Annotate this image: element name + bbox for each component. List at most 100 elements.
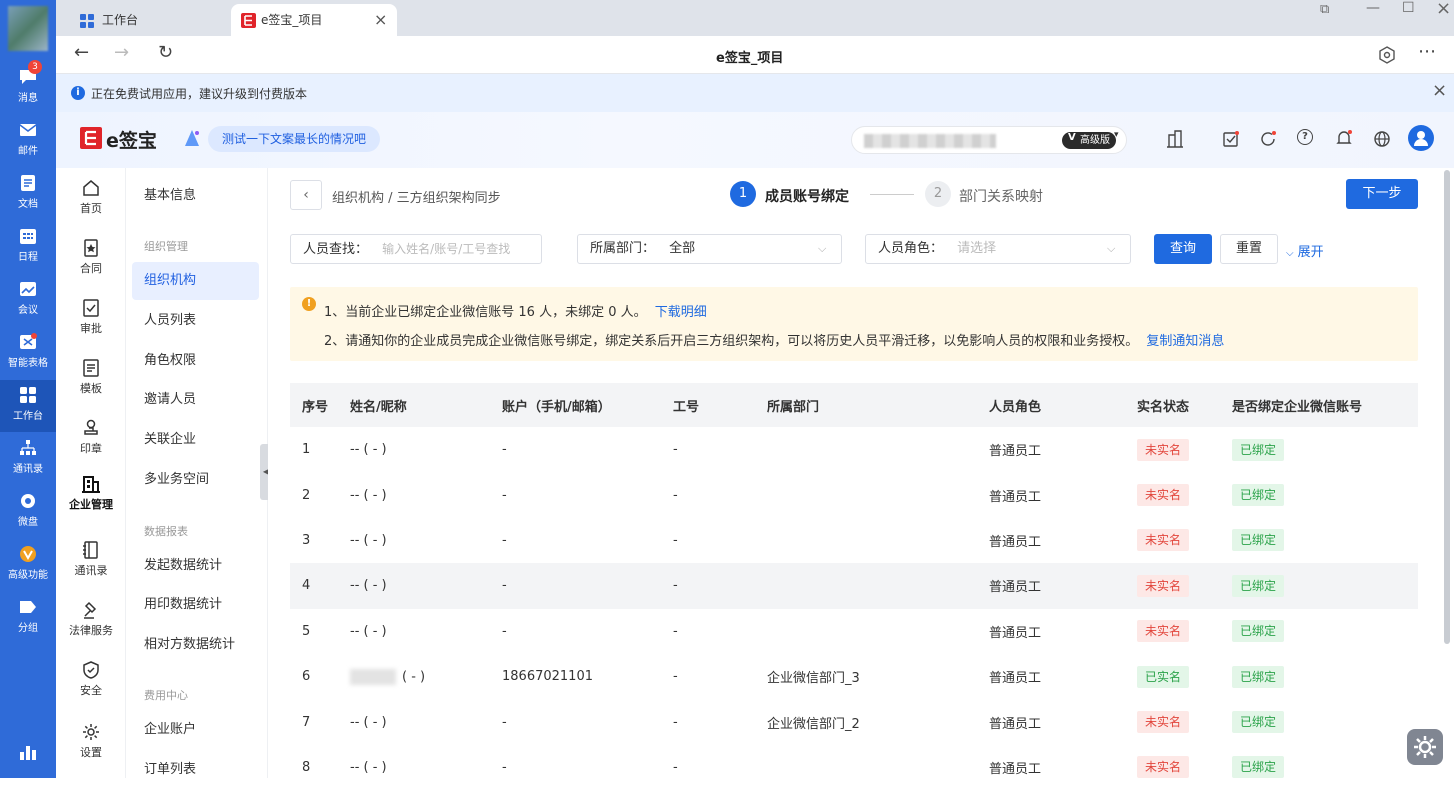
copy-notice-link[interactable]: 复制通知消息 bbox=[1146, 334, 1224, 349]
building-icon[interactable] bbox=[1166, 130, 1184, 148]
more-icon[interactable]: ⋯ bbox=[1418, 41, 1437, 62]
app-rail: 3 消息 邮件 文档 日程 会议 智能表格 工作台 通讯录 微盘 高级功能 分组 bbox=[0, 0, 56, 778]
menu-org-structure[interactable]: 组织机构 bbox=[132, 262, 259, 300]
table-row[interactable]: 2 -- ( - ) - - 普通员工 未实名 已绑定 bbox=[290, 472, 1418, 517]
brand-name: e签宝 bbox=[106, 130, 157, 152]
browser-tab-bar: 工作台 e签宝_项目 × ⧉ — ☐ × bbox=[56, 0, 1454, 36]
table-row[interactable]: 8 -- ( - ) - - 普通员工 未实名 已绑定 bbox=[290, 745, 1418, 790]
menu-base-info[interactable]: 基本信息 bbox=[132, 177, 259, 215]
next-step-button[interactable]: 下一步 bbox=[1346, 179, 1418, 209]
query-button[interactable]: 查询 bbox=[1154, 234, 1212, 264]
row-account-cell: - bbox=[502, 759, 507, 775]
menu-security[interactable]: 安全 bbox=[56, 660, 126, 698]
table-row[interactable]: 5 -- ( - ) - - 普通员工 未实名 已绑定 bbox=[290, 609, 1418, 654]
bell-icon[interactable] bbox=[1335, 129, 1353, 147]
row-job-no-cell: - bbox=[673, 759, 678, 775]
rail-item-meeting[interactable]: 会议 bbox=[0, 274, 56, 326]
row-job-no-cell: - bbox=[673, 714, 678, 730]
stats-icon[interactable] bbox=[18, 742, 38, 762]
menu-multi-space[interactable]: 多业务空间 bbox=[132, 461, 259, 499]
row-department-cell bbox=[767, 609, 989, 654]
menu-company-account[interactable]: 企业账户 bbox=[132, 711, 259, 749]
menu-legal[interactable]: 法律服务 bbox=[56, 600, 126, 638]
table-row[interactable]: 3 -- ( - ) - - 普通员工 未实名 已绑定 bbox=[290, 518, 1418, 563]
row-no-cell: 4 bbox=[302, 578, 311, 594]
row-wecom-bind-status-cell: 已绑定 bbox=[1232, 654, 1418, 699]
reset-button[interactable]: 重置 bbox=[1220, 234, 1278, 264]
role-select[interactable]: 人员角色： 请选择 ⌵ bbox=[865, 234, 1131, 264]
grid-icon bbox=[80, 14, 94, 28]
menu-enterprise[interactable]: 企业管理 bbox=[56, 474, 126, 512]
menu-template[interactable]: 模板 bbox=[56, 358, 126, 396]
row-account-cell: - bbox=[502, 442, 507, 458]
reload-icon[interactable]: ↻ bbox=[158, 42, 173, 63]
table-row[interactable]: 6 ( - ) 18667021101 - 企业微信部门_3 普通员工 已实名 已绑定 bbox=[290, 654, 1418, 699]
verify-status-tag: 未实名 bbox=[1137, 529, 1190, 552]
table-row[interactable]: 7 -- ( - ) - - 企业微信部门_2 普通员工 未实名 已绑定 bbox=[290, 699, 1418, 744]
settings-hex-icon[interactable] bbox=[1378, 46, 1396, 64]
rail-item-workbench[interactable]: 工作台 bbox=[0, 380, 56, 432]
company-switcher[interactable]: 高级版 V ▾ bbox=[851, 126, 1127, 154]
menu-home[interactable]: 首页 bbox=[56, 178, 126, 216]
rail-item-docs[interactable]: 文档 bbox=[0, 168, 56, 220]
expand-filters-link[interactable]: ⌵ 展开 bbox=[1286, 241, 1324, 260]
back-icon[interactable]: ← bbox=[74, 42, 89, 63]
department-select[interactable]: 所属部门： 全部 ⌵ bbox=[577, 234, 842, 264]
binding-alert: ! 1、当前企业已绑定企业微信账号 16 人，未绑定 0 人。 下载明细 2、请… bbox=[290, 287, 1418, 361]
user-avatar[interactable] bbox=[8, 6, 48, 51]
menu-invite-member[interactable]: 邀请人员 bbox=[132, 381, 259, 419]
menu-group-header: 数据报表 bbox=[144, 525, 188, 538]
user-avatar[interactable] bbox=[1408, 125, 1434, 151]
rail-item-contacts[interactable]: 通讯录 bbox=[0, 433, 56, 485]
restore-icon[interactable]: ⧉ bbox=[1320, 2, 1329, 17]
ai-prompt-pill[interactable]: 测试一下文案最长的情况吧 bbox=[208, 126, 381, 152]
close-tab-icon[interactable]: × bbox=[374, 4, 387, 36]
close-window-icon[interactable]: × bbox=[1436, 0, 1451, 19]
vertical-scrollbar[interactable] bbox=[1444, 170, 1450, 644]
menu-seal[interactable]: 印章 bbox=[56, 418, 126, 456]
person-search-field[interactable]: 人员查找： 输入姓名/账号/工号查找 bbox=[290, 234, 542, 264]
row-department-cell bbox=[767, 745, 989, 790]
menu-label: 法律服务 bbox=[69, 624, 113, 637]
menu-order-list[interactable]: 订单列表 bbox=[132, 751, 259, 789]
table-row[interactable]: 1 -- ( - ) - - 普通员工 未实名 已绑定 bbox=[290, 427, 1418, 472]
tab-workbench[interactable]: 工作台 bbox=[62, 4, 227, 36]
col-header-wecom-bind: 是否绑定企业微信账号 bbox=[1232, 399, 1363, 415]
menu-approval[interactable]: 审批 bbox=[56, 298, 126, 336]
menu-seal-stats[interactable]: 用印数据统计 bbox=[132, 586, 259, 624]
globe-icon[interactable] bbox=[1373, 130, 1391, 148]
menu-member-list[interactable]: 人员列表 bbox=[132, 302, 259, 340]
menu-contacts[interactable]: 通讯录 bbox=[56, 540, 126, 578]
rail-item-group[interactable]: 分组 bbox=[0, 592, 56, 644]
menu-settings[interactable]: 设置 bbox=[56, 722, 126, 760]
col-header-verify: 实名状态 bbox=[1137, 399, 1190, 415]
rail-item-label: 邮件 bbox=[18, 146, 38, 157]
rail-item-label: 分组 bbox=[18, 623, 38, 634]
todo-check-icon[interactable] bbox=[1222, 130, 1240, 148]
refresh-sync-icon[interactable] bbox=[1259, 130, 1277, 148]
menu-contract[interactable]: 合同 bbox=[56, 238, 126, 276]
document-icon bbox=[21, 175, 35, 191]
rail-item-calendar[interactable]: 日程 bbox=[0, 221, 56, 273]
rail-item-drive[interactable]: 微盘 bbox=[0, 486, 56, 538]
download-detail-link[interactable]: 下载明细 bbox=[655, 305, 707, 320]
maximize-icon[interactable]: ☐ bbox=[1402, 0, 1415, 16]
menu-role-permission[interactable]: 角色权限 bbox=[132, 342, 259, 380]
help-icon[interactable]: ? bbox=[1297, 129, 1313, 145]
forward-icon[interactable]: → bbox=[114, 42, 129, 63]
menu-linked-company[interactable]: 关联企业 bbox=[132, 421, 259, 459]
rail-item-smart-sheet[interactable]: 智能表格 bbox=[0, 327, 56, 379]
tab-esign-project[interactable]: e签宝_项目 × bbox=[231, 4, 397, 36]
rail-item-messages[interactable]: 3 消息 bbox=[0, 60, 56, 114]
role-placeholder: 请选择 bbox=[957, 241, 997, 256]
rail-item-mail[interactable]: 邮件 bbox=[0, 115, 56, 167]
close-notice-icon[interactable]: × bbox=[1432, 80, 1447, 101]
table-row[interactable]: 4 -- ( - ) - - 普通员工 未实名 已绑定 bbox=[290, 563, 1418, 609]
floating-settings-button[interactable] bbox=[1407, 729, 1443, 765]
rail-item-premium[interactable]: 高级功能 bbox=[0, 539, 56, 591]
minimize-icon[interactable]: — bbox=[1366, 0, 1380, 16]
menu-initiate-stats[interactable]: 发起数据统计 bbox=[132, 547, 259, 585]
menu-counterparty-stats[interactable]: 相对方数据统计 bbox=[132, 626, 259, 664]
seal-icon bbox=[84, 419, 98, 435]
back-button[interactable]: ‹ bbox=[290, 180, 322, 210]
